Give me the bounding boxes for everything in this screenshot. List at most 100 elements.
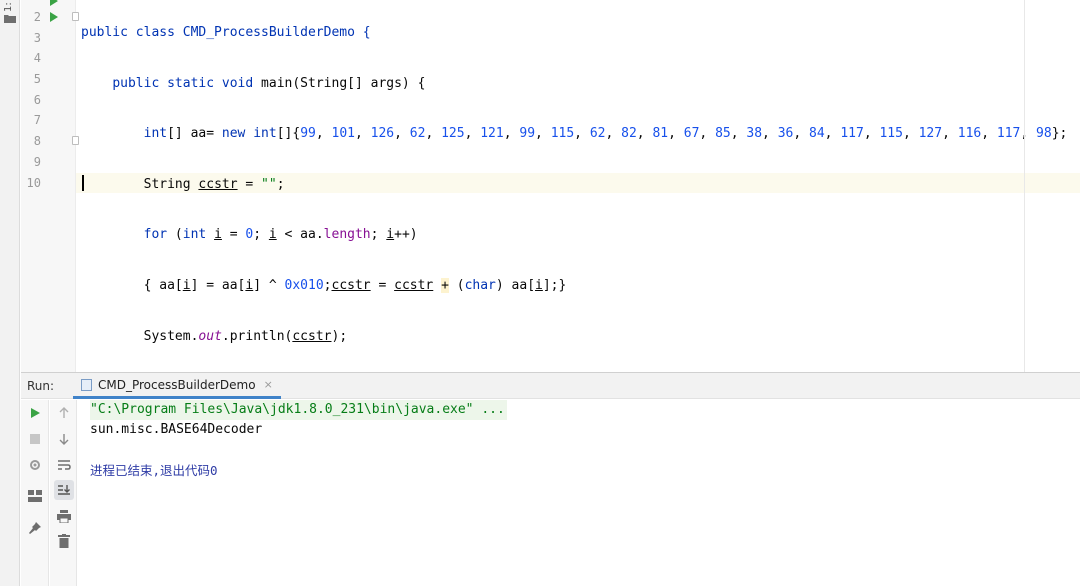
soft-wrap-icon[interactable]	[54, 455, 74, 475]
code-token: ""	[261, 176, 277, 192]
console-command-line: "C:\Program Files\Java\jdk1.8.0_231\bin\…	[90, 400, 507, 420]
array-value: 81	[652, 126, 669, 142]
array-value: 82	[621, 126, 637, 142]
array-value: 126	[370, 126, 395, 142]
arrow-up-icon[interactable]	[54, 403, 74, 423]
code-token: };	[1051, 126, 1068, 142]
code-token: ;	[253, 227, 269, 243]
code-token: ];}	[542, 277, 567, 293]
array-value: 117	[996, 126, 1021, 142]
array-value: 127	[918, 126, 943, 142]
code-token: []{	[276, 126, 301, 142]
run-icon[interactable]	[25, 403, 45, 423]
array-value: 84	[809, 126, 825, 142]
code-text[interactable]: public class CMD_ProcessBuilderDemo { pu…	[81, 0, 1067, 372]
array-value: 62	[409, 126, 426, 142]
run-label: Run:	[27, 379, 55, 393]
code-token: (	[448, 277, 465, 293]
code-token: ccstr	[331, 277, 371, 293]
code-token: length	[323, 227, 371, 243]
close-icon[interactable]: ×	[264, 378, 273, 391]
array-value: 125	[441, 126, 465, 142]
array-value: 99	[519, 126, 536, 142]
code-token: ccstr	[394, 277, 434, 293]
code-token: i	[214, 227, 222, 243]
code-token: i	[268, 227, 277, 243]
code-line-3: int[] aa= new int[]{99, 101, 126, 62, 12…	[81, 124, 1068, 145]
layout-icon[interactable]	[25, 486, 45, 506]
code-token: [] aa=	[167, 126, 222, 142]
editor-gutter[interactable]: 2 3 4 5 6 7 8 9 10	[21, 0, 79, 372]
run-tab-label: CMD_ProcessBuilderDemo	[98, 377, 256, 392]
code-token: static	[167, 75, 215, 91]
console-exit-line: 进程已结束,退出代码0	[90, 463, 218, 478]
line-number: 9	[33, 155, 41, 169]
code-line-7: System.out.println(ccstr);	[81, 327, 1067, 348]
code-token: main(String[] args) {	[261, 75, 426, 91]
code-token: (	[167, 227, 183, 243]
code-token: ++)	[394, 227, 418, 243]
code-token: for	[143, 227, 168, 243]
line-number: 6	[33, 93, 41, 107]
pin-icon[interactable]	[25, 518, 45, 538]
array-value: 116	[957, 126, 982, 142]
code-token: new	[221, 126, 246, 142]
code-token: =	[237, 176, 262, 192]
array-value: 38	[746, 126, 763, 142]
fold-icon[interactable]	[72, 12, 79, 21]
arrow-down-icon[interactable]	[54, 429, 74, 449]
code-token: int	[182, 227, 207, 243]
code-token: int	[253, 126, 277, 142]
array-value: 121	[480, 126, 504, 142]
code-token: void	[221, 75, 254, 91]
array-value: 115	[879, 126, 903, 142]
print-icon[interactable]	[54, 506, 74, 526]
folder-icon[interactable]	[4, 14, 16, 23]
code-line-1: public class CMD_ProcessBuilderDemo {	[81, 23, 1067, 44]
code-token: 0x010	[284, 277, 324, 293]
code-token: System.	[143, 328, 199, 344]
array-value: 99	[300, 126, 316, 142]
code-token: ccstr	[198, 176, 238, 192]
code-line-5: for (int i = 0; i < aa.length; i++)	[81, 225, 1067, 246]
scroll-to-end-icon[interactable]	[54, 480, 74, 500]
code-line-6: { aa[i] = aa[i] ^ 0x010;ccstr = ccstr + …	[81, 276, 1067, 297]
application-icon	[81, 378, 92, 391]
array-value: 115	[550, 126, 575, 142]
code-token: public class CMD_ProcessBuilderDemo {	[81, 25, 371, 40]
console-output-line: sun.misc.BASE64Decoder	[90, 422, 263, 437]
array-values: 99, 101, 126, 62, 125, 121, 99, 115, 62,…	[300, 126, 1052, 142]
stop-icon[interactable]	[25, 429, 45, 449]
trash-icon[interactable]	[54, 531, 74, 551]
array-value: 67	[683, 126, 700, 142]
run-class-icon[interactable]	[50, 0, 58, 6]
code-token: ;	[323, 277, 332, 293]
code-token: { aa[	[143, 277, 183, 293]
code-token: ;	[370, 227, 387, 243]
code-editor[interactable]: 2 3 4 5 6 7 8 9 10 public class CMD_Proc…	[21, 0, 1080, 372]
code-token: ;	[276, 176, 285, 192]
run-main-icon[interactable]	[50, 12, 58, 22]
code-token: out	[198, 328, 222, 344]
array-value: 62	[589, 126, 606, 142]
code-token: .println(	[221, 328, 293, 344]
debug-settings-icon[interactable]	[25, 455, 45, 475]
fold-icon[interactable]	[72, 136, 79, 145]
code-token: < aa.	[276, 227, 324, 243]
line-number: 8	[33, 134, 41, 148]
array-value: 117	[840, 126, 864, 142]
console-output[interactable]: "C:\Program Files\Java\jdk1.8.0_231\bin\…	[78, 400, 1080, 586]
code-token: i	[535, 277, 543, 293]
array-value: 36	[777, 126, 794, 142]
code-token: =	[370, 277, 395, 293]
project-tab[interactable]: 1:	[3, 0, 14, 12]
code-token: char	[464, 277, 496, 293]
code-token: );	[331, 328, 348, 344]
run-tab[interactable]: CMD_ProcessBuilderDemo ×	[73, 373, 281, 399]
code-line-4: String ccstr = "";	[81, 175, 1067, 196]
code-token: ccstr	[292, 328, 332, 344]
line-number: 4	[33, 51, 41, 65]
tool-strip: 1:	[0, 0, 20, 586]
line-number: 7	[33, 113, 41, 127]
